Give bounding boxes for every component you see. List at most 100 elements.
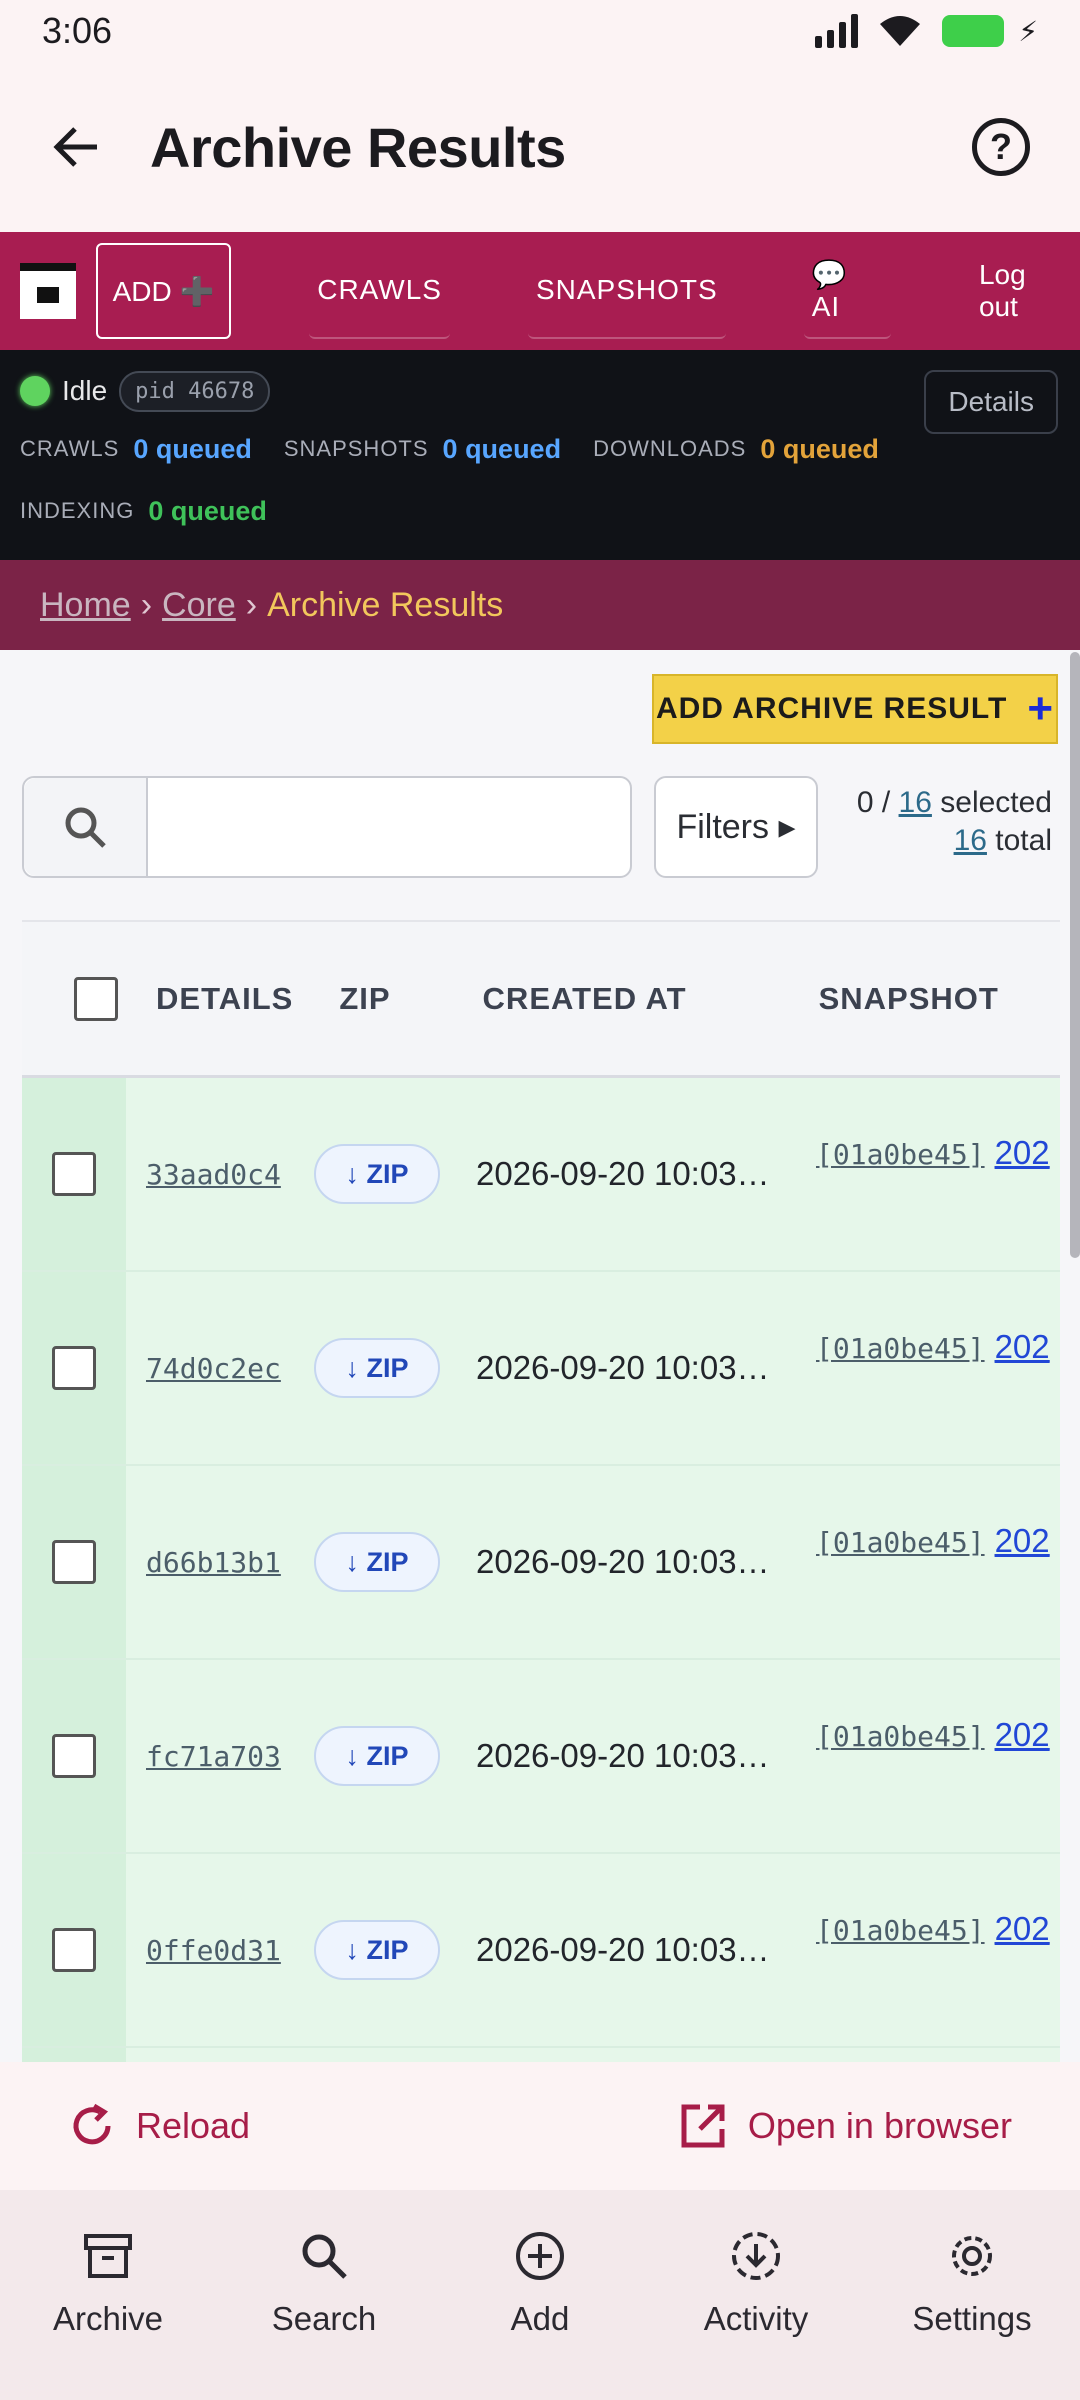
worker-status-panel: Idle pid 46678 Details CRAWLS 0 queued S… <box>0 350 1080 560</box>
result-id-link[interactable]: 74d0c2ec <box>146 1352 290 1385</box>
breadcrumb-separator: › <box>140 585 153 624</box>
select-all-checkbox[interactable] <box>74 976 118 1021</box>
open-in-browser-label: Open in browser <box>747 2105 1012 2146</box>
zip-download-button[interactable]: ↓ ZIP <box>314 1726 440 1786</box>
snapshot-id: [01a0be45] <box>816 1332 985 1365</box>
selected-count-link[interactable]: 16 <box>899 786 932 819</box>
header-details[interactable]: DETAILS <box>156 981 293 1017</box>
snapshot-link[interactable]: [01a0be45] 202 <box>816 1716 1050 1754</box>
status-time: 3:06 <box>42 10 113 51</box>
worker-state: Idle <box>62 375 108 406</box>
header-zip[interactable]: ZIP <box>339 981 390 1017</box>
nav-ai[interactable]: 💬 AI <box>803 243 891 339</box>
zip-download-button[interactable]: ↓ ZIP <box>314 1144 440 1204</box>
created-at: 2026-09-20 10:03… <box>476 1737 770 1774</box>
breadcrumb-core[interactable]: Core <box>162 586 236 625</box>
status-bar: 3:06 ⚡ <box>0 0 1080 62</box>
breadcrumb: Home › Core › Archive Results <box>0 560 1080 650</box>
table-row: 74d0c2ec ↓ ZIP 2026-09-20 10:03… [01a0be… <box>22 1272 1060 1466</box>
snapshot-title: 202 <box>994 1328 1050 1365</box>
header-created-at[interactable]: CREATED AT <box>483 981 687 1017</box>
nav-snapshots[interactable]: SNAPSHOTS <box>527 243 726 339</box>
snapshot-id: [01a0be45] <box>816 1720 985 1753</box>
created-at: 2026-09-20 10:03… <box>476 1155 770 1192</box>
battery-icon <box>942 15 1005 47</box>
downloads-queue-value: 0 queued <box>760 433 879 464</box>
table-row: 33aad0c4 ↓ ZIP 2026-09-20 10:03… [01a0be… <box>22 1078 1060 1272</box>
created-at: 2026-09-20 10:03… <box>476 1543 770 1580</box>
table-row: 0ffe0d31 ↓ ZIP 2026-09-20 10:03… [01a0be… <box>22 1854 1060 2048</box>
tab-activity[interactable]: Activity <box>648 2190 864 2400</box>
nav-add-button[interactable]: ADD ➕ <box>95 243 232 339</box>
reload-icon <box>73 2103 111 2145</box>
snapshots-queue-label: SNAPSHOTS <box>283 436 429 461</box>
result-id-link[interactable]: 33aad0c4 <box>146 1158 290 1191</box>
snapshot-link[interactable]: [01a0be45] 202 <box>816 1134 1050 1172</box>
total-suffix: total <box>986 824 1052 857</box>
table-header: DETAILS ZIP CREATED AT SNAPSHOT <box>22 922 1060 1078</box>
search-box <box>22 776 632 878</box>
total-count-link[interactable]: 16 <box>954 824 987 857</box>
snapshot-link[interactable]: [01a0be45] 202 <box>816 1910 1050 1948</box>
gear-icon <box>952 2236 992 2276</box>
row-checkbox[interactable] <box>52 1928 96 1972</box>
pid-badge: pid 46678 <box>119 370 271 412</box>
snapshot-title: 202 <box>994 1134 1050 1171</box>
details-button[interactable]: Details <box>924 370 1058 434</box>
row-checkbox[interactable] <box>52 1346 96 1390</box>
archive-icon <box>84 2234 132 2278</box>
nav-logout[interactable]: Log out <box>971 243 1080 339</box>
add-archive-result-button[interactable]: ADD ARCHIVE RESULT + <box>652 674 1058 744</box>
app-bar: Archive Results ? <box>0 62 1080 232</box>
result-id-link[interactable]: d66b13b1 <box>146 1546 290 1579</box>
result-id-link[interactable]: 0ffe0d31 <box>146 1934 290 1967</box>
reload-button[interactable]: Reload <box>68 2102 250 2150</box>
search-input[interactable] <box>148 778 630 876</box>
table-row: fc71a703 ↓ ZIP 2026-09-20 10:03… [01a0be… <box>22 1660 1060 1854</box>
nav-crawls[interactable]: CRAWLS <box>309 243 450 339</box>
tab-archive-label: Archive <box>52 2300 164 2337</box>
breadcrumb-current: Archive Results <box>267 585 504 624</box>
download-circle-icon <box>732 2232 780 2280</box>
row-checkbox[interactable] <box>52 1734 96 1778</box>
reload-label: Reload <box>136 2105 251 2146</box>
table-row <box>22 2048 1060 2062</box>
add-circle-icon <box>516 2232 564 2280</box>
snapshot-title: 202 <box>994 1910 1050 1947</box>
crawls-queue-value: 0 queued <box>133 433 252 464</box>
page-scrollbar[interactable] <box>1070 652 1080 1258</box>
row-checkbox[interactable] <box>52 1540 96 1584</box>
search-icon <box>302 2234 347 2279</box>
search-row: Filters ▸ 0 / 16 selected 16 total <box>22 772 1062 882</box>
open-in-browser-button[interactable]: Open in browser <box>678 2101 1012 2151</box>
wifi-icon <box>880 16 921 46</box>
snapshots-queue-value: 0 queued <box>442 433 562 464</box>
row-checkbox[interactable] <box>52 1152 96 1196</box>
help-icon[interactable]: ? <box>972 118 1030 176</box>
site-logo[interactable] <box>20 263 76 319</box>
created-at: 2026-09-20 10:03… <box>476 1349 770 1386</box>
table-row: d66b13b1 ↓ ZIP 2026-09-20 10:03… [01a0be… <box>22 1466 1060 1660</box>
snapshot-link[interactable]: [01a0be45] 202 <box>816 1522 1050 1560</box>
header-snapshot[interactable]: SNAPSHOT <box>819 981 999 1017</box>
zip-download-button[interactable]: ↓ ZIP <box>314 1532 440 1592</box>
tab-settings-label: Settings <box>912 2300 1032 2337</box>
back-button[interactable] <box>40 112 110 182</box>
breadcrumb-home[interactable]: Home <box>40 586 131 625</box>
snapshot-id: [01a0be45] <box>816 1526 985 1559</box>
snapshot-id: [01a0be45] <box>816 1138 985 1171</box>
webview-actions: Reload Open in browser <box>0 2062 1080 2190</box>
crawls-queue-label: CRAWLS <box>20 436 120 461</box>
zip-download-button[interactable]: ↓ ZIP <box>314 1920 440 1980</box>
tab-settings[interactable]: Settings <box>864 2190 1080 2400</box>
snapshot-link[interactable]: [01a0be45] 202 <box>816 1328 1050 1366</box>
result-id-link[interactable]: fc71a703 <box>146 1740 290 1773</box>
tab-add[interactable]: Add <box>432 2190 648 2400</box>
tab-search[interactable]: Search <box>216 2190 432 2400</box>
search-button[interactable] <box>24 778 148 876</box>
status-icons: ⚡ <box>815 14 1038 48</box>
filters-button[interactable]: Filters ▸ <box>654 776 818 878</box>
zip-download-button[interactable]: ↓ ZIP <box>314 1338 440 1398</box>
tab-archive[interactable]: Archive <box>0 2190 216 2400</box>
arrow-back-icon <box>53 127 97 167</box>
